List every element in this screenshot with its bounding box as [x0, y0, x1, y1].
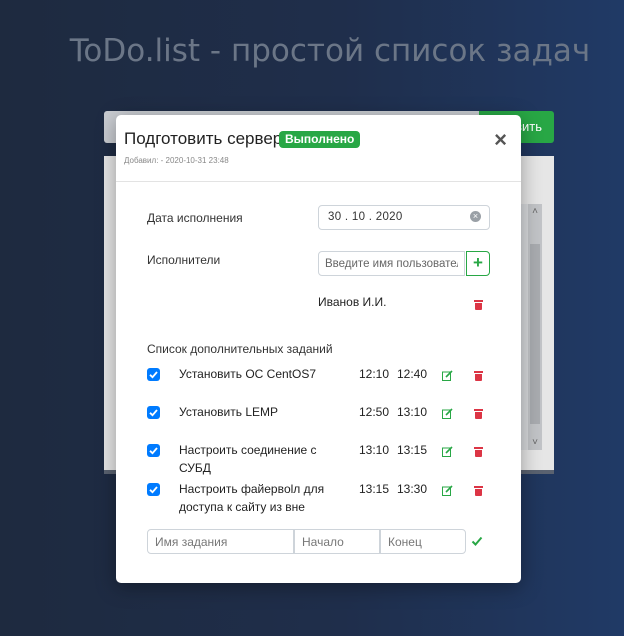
subtasks-label: Список дополнительных заданий: [147, 342, 333, 356]
task-modal: Подготовить сервер Выполнено × Добавил: …: [116, 115, 521, 583]
delete-subtask-icon[interactable]: [474, 486, 483, 496]
due-date-value: 30 . 10 . 2020: [328, 211, 403, 223]
subtask-name: Установить ОС CentOS7: [179, 367, 317, 381]
delete-subtask-icon[interactable]: [474, 447, 483, 457]
delete-subtask-icon[interactable]: [474, 371, 483, 381]
subtask-checkbox[interactable]: [147, 368, 160, 381]
clear-date-icon[interactable]: ×: [470, 211, 481, 222]
due-date-input[interactable]: 30 . 10 . 2020 ×: [318, 205, 490, 230]
edit-icon[interactable]: [442, 446, 453, 457]
added-info: Добавил: - 2020-10-31 23:48: [124, 156, 229, 165]
subtask-start: 13:15: [359, 482, 390, 496]
subtask-name: Установить LEMP: [179, 405, 278, 419]
add-executor-button[interactable]: +: [466, 251, 490, 276]
subtask-checkbox[interactable]: [147, 406, 160, 419]
subtask-end: 13:15: [397, 443, 428, 457]
close-icon[interactable]: ×: [494, 128, 507, 152]
status-badge: Выполнено: [279, 131, 361, 148]
edit-icon[interactable]: [442, 485, 453, 496]
subtask-start-input[interactable]: [294, 529, 380, 554]
scrollbar[interactable]: ˄ ˅: [528, 204, 542, 450]
subtask-name-input[interactable]: [147, 529, 294, 554]
scroll-up-icon[interactable]: ˄: [528, 206, 542, 217]
page-title: ToDo.list - простой список задач: [69, 33, 591, 69]
subtask-name: Настроить соединение с СУБД: [179, 443, 317, 475]
confirm-icon[interactable]: [471, 534, 483, 546]
subtask-end: 13:10: [397, 405, 428, 419]
remove-executor-icon[interactable]: [474, 300, 483, 310]
user-search-input[interactable]: [318, 251, 465, 276]
subtask-start: 13:10: [359, 443, 390, 457]
modal-header: Подготовить сервер Выполнено × Добавил: …: [116, 115, 521, 182]
subtask-checkbox[interactable]: [147, 483, 160, 496]
edit-icon[interactable]: [442, 370, 453, 381]
due-date-label: Дата исполнения: [147, 211, 243, 225]
subtask-start: 12:10: [359, 367, 390, 381]
scroll-down-icon[interactable]: ˅: [528, 437, 542, 448]
modal-title: Подготовить сервер: [124, 129, 283, 148]
subtask-checkbox[interactable]: [147, 444, 160, 457]
executors-label: Исполнители: [147, 253, 221, 267]
edit-icon[interactable]: [442, 408, 453, 419]
subtask-start: 12:50: [359, 405, 390, 419]
executor-name: Иванов И.И.: [318, 295, 387, 309]
scrollbar-thumb[interactable]: [530, 244, 540, 424]
subtask-end: 13:30: [397, 482, 428, 496]
subtask-end: 12:40: [397, 367, 428, 381]
subtask-name: Настроить файервolл для доступа к сайту …: [179, 482, 325, 514]
subtask-end-input[interactable]: [380, 529, 466, 554]
delete-subtask-icon[interactable]: [474, 409, 483, 419]
